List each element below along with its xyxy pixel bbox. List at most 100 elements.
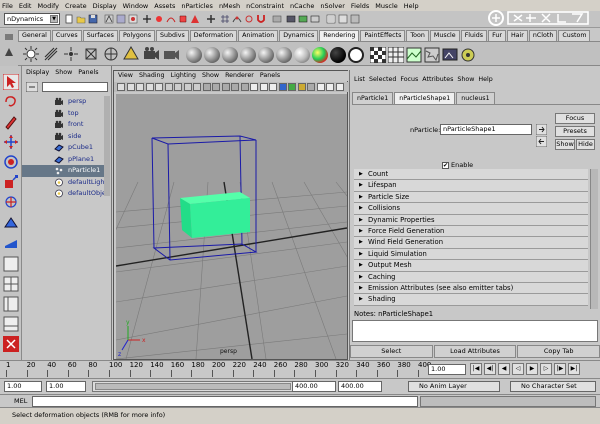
- lasso-tool-icon[interactable]: [3, 94, 19, 110]
- outliner-item[interactable]: pCube1: [22, 142, 110, 154]
- viewport-toolbar-button[interactable]: [126, 83, 135, 91]
- ae-menu-focus[interactable]: Focus: [400, 76, 418, 83]
- directional-light-icon[interactable]: [42, 45, 60, 63]
- go-to-input-icon[interactable]: [536, 124, 547, 135]
- use-background-icon[interactable]: [330, 47, 346, 63]
- ae-menu-list[interactable]: List: [354, 76, 365, 83]
- grid-texture-icon[interactable]: [388, 47, 404, 63]
- ipr-render-icon[interactable]: [298, 14, 308, 24]
- shelf-tab-rendering[interactable]: Rendering: [319, 30, 360, 41]
- camera-shelf-icon[interactable]: [142, 45, 160, 63]
- hide-button[interactable]: Hide: [576, 139, 595, 150]
- volume-light-icon[interactable]: [122, 45, 140, 63]
- viewport-toolbar-button[interactable]: [174, 83, 182, 91]
- copy-tab-button[interactable]: Copy Tab: [517, 345, 600, 358]
- attribute-section[interactable]: ▶ Lifespan: [354, 180, 588, 192]
- viewport-toolbar-button[interactable]: [202, 83, 211, 91]
- attribute-section[interactable]: ▶ Wind Field Generation: [354, 237, 588, 249]
- shelf-options[interactable]: [0, 29, 18, 66]
- menu-fields[interactable]: Fields: [351, 2, 369, 10]
- render-frame-icon[interactable]: [286, 14, 296, 24]
- ae-menu-help[interactable]: Help: [478, 76, 492, 83]
- menu-set-selector[interactable]: nDynamics ▼: [4, 13, 60, 25]
- go-to-end-icon[interactable]: ▶|: [568, 363, 580, 375]
- select-hierarchy-icon[interactable]: [104, 14, 114, 24]
- play-backwards-icon[interactable]: ◁: [512, 363, 524, 375]
- viewport-toolbar-button[interactable]: [335, 83, 344, 91]
- attribute-editor-toggle-icon[interactable]: [326, 14, 336, 24]
- layered-shader-icon[interactable]: [276, 47, 292, 63]
- new-scene-icon[interactable]: [64, 14, 74, 24]
- checker-texture-icon[interactable]: [370, 47, 386, 63]
- outliner-layout-icon[interactable]: [3, 296, 19, 312]
- mask-deformations-icon[interactable]: [190, 14, 200, 24]
- attribute-section[interactable]: ▶ Particle Size: [354, 191, 588, 204]
- file-texture-icon[interactable]: [406, 47, 422, 63]
- viewport-toolbar-button[interactable]: [117, 83, 125, 91]
- viewport-menu-panels[interactable]: Panels: [260, 72, 280, 79]
- outliner-filter-input[interactable]: [42, 82, 108, 92]
- menu-muscle[interactable]: Muscle: [375, 2, 398, 10]
- select-tool-icon[interactable]: [3, 74, 19, 90]
- four-pane-layout-icon[interactable]: [3, 276, 19, 292]
- shelf-tab-animation[interactable]: Animation: [238, 30, 279, 41]
- shelf-tab-hair[interactable]: Hair: [506, 30, 528, 41]
- attribute-section[interactable]: ▶ Count: [354, 169, 588, 181]
- shelf-tab-deformation[interactable]: Deformation: [189, 30, 238, 41]
- step-forward-key-icon[interactable]: |▶: [554, 363, 566, 375]
- menu-display[interactable]: Display: [93, 2, 117, 10]
- enable-checkbox-row[interactable]: ✔ Enable: [442, 161, 473, 169]
- viewport-toolbar-button[interactable]: [155, 83, 163, 91]
- viewport-toolbar-button[interactable]: [278, 83, 287, 91]
- play-forwards-icon[interactable]: ▶: [526, 363, 538, 375]
- character-set-selector[interactable]: No Character Set: [510, 381, 596, 392]
- custom-layout-icon[interactable]: [3, 336, 19, 352]
- animation-start-field[interactable]: 1.00: [4, 381, 42, 392]
- ae-menu-attributes[interactable]: Attributes: [422, 76, 453, 83]
- camera-aim-icon[interactable]: [162, 45, 180, 63]
- outliner-item[interactable]: front: [22, 119, 110, 131]
- paint-select-tool-icon[interactable]: [3, 114, 19, 130]
- menu-nmesh[interactable]: nMesh: [219, 2, 240, 10]
- viewport-toolbar-button[interactable]: [297, 83, 306, 91]
- attribute-section[interactable]: ▶ Force Field Generation: [354, 225, 588, 238]
- show-button[interactable]: Show: [555, 139, 575, 150]
- viewport-menu-view[interactable]: View: [118, 72, 133, 79]
- phong-shader-icon[interactable]: [222, 47, 238, 63]
- plus-icon[interactable]: [206, 14, 216, 24]
- viewport-toolbar-button[interactable]: [212, 83, 220, 91]
- outliner-item[interactable]: nParticle1: [22, 165, 110, 177]
- shelf-editor-icon[interactable]: [4, 47, 14, 57]
- blinn-shader-icon[interactable]: [204, 47, 220, 63]
- viewport-toolbar-button[interactable]: [250, 83, 258, 91]
- viewport-toolbar-button[interactable]: [326, 83, 334, 91]
- go-to-start-icon[interactable]: |◀: [470, 363, 482, 375]
- attribute-section[interactable]: ▶ Liquid Simulation: [354, 248, 588, 261]
- attribute-section[interactable]: ▶ Dynamic Properties: [354, 214, 588, 226]
- viewport-toolbar-button[interactable]: [164, 83, 173, 91]
- shelf-tab-polygons[interactable]: Polygons: [118, 30, 155, 41]
- viewport-toolbar-button[interactable]: [269, 83, 277, 91]
- shelf-tab-dynamics[interactable]: Dynamics: [279, 30, 319, 41]
- ramp-shader-icon[interactable]: [312, 47, 328, 63]
- shelf-tab-muscle[interactable]: Muscle: [429, 30, 460, 41]
- attribute-section[interactable]: ▶ Emission Attributes (see also emitter t…: [354, 282, 588, 295]
- shelf-tab-fur[interactable]: Fur: [488, 30, 506, 41]
- mask-handles-icon[interactable]: [142, 14, 152, 24]
- phonge-shader-icon[interactable]: [240, 47, 256, 63]
- attribute-section[interactable]: ▶ Shading: [354, 294, 588, 306]
- viewport-toolbar-button[interactable]: [183, 83, 192, 91]
- outliner-menu-panels[interactable]: Panels: [78, 69, 98, 76]
- viewport-toolbar-button[interactable]: [307, 83, 315, 91]
- outliner-item[interactable]: top: [22, 108, 110, 120]
- shelf-tab-ncloth[interactable]: nCloth: [528, 30, 558, 41]
- open-scene-icon[interactable]: [76, 14, 86, 24]
- ae-tab-nparticleshape1[interactable]: nParticleShape1: [394, 92, 456, 104]
- shelf-menu-icon[interactable]: [4, 32, 14, 42]
- presets-button[interactable]: Presets: [555, 126, 595, 137]
- magnet-icon[interactable]: [256, 14, 266, 24]
- snap-point-icon[interactable]: [244, 14, 254, 24]
- ae-tab-nucleus1[interactable]: nucleus1: [456, 92, 495, 104]
- save-scene-icon[interactable]: [88, 14, 98, 24]
- point-light-icon[interactable]: [62, 45, 80, 63]
